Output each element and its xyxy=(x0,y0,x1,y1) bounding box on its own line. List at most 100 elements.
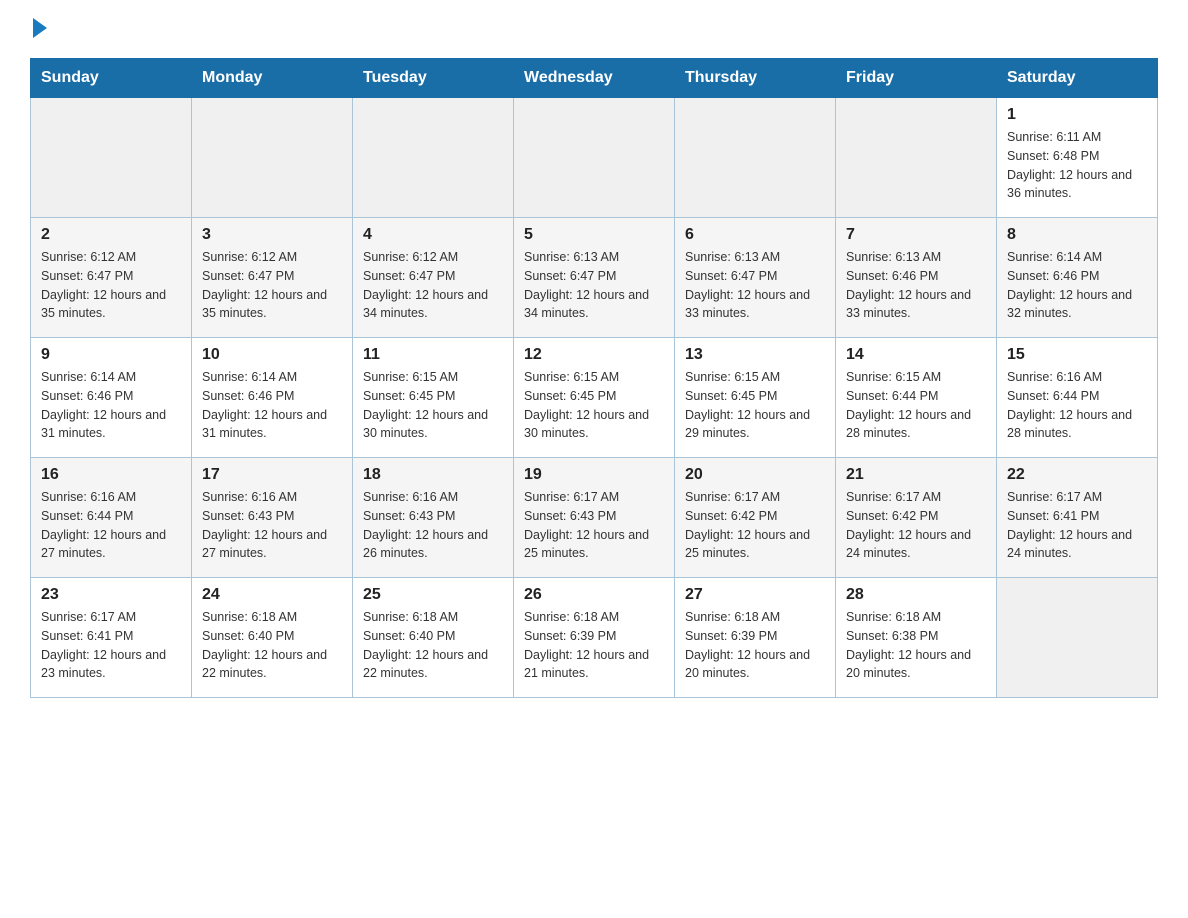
day-info: Sunrise: 6:18 AMSunset: 6:40 PMDaylight:… xyxy=(363,608,503,683)
day-info: Sunrise: 6:18 AMSunset: 6:39 PMDaylight:… xyxy=(524,608,664,683)
calendar-cell xyxy=(675,98,836,218)
calendar-cell: 1 Sunrise: 6:11 AMSunset: 6:48 PMDaylight… xyxy=(997,98,1158,218)
calendar-cell: 4 Sunrise: 6:12 AMSunset: 6:47 PMDaylight… xyxy=(353,218,514,338)
calendar-cell: 23 Sunrise: 6:17 AMSunset: 6:41 PMDayligh… xyxy=(31,578,192,698)
day-number: 11 xyxy=(363,346,503,364)
day-info: Sunrise: 6:15 AMSunset: 6:45 PMDaylight:… xyxy=(685,368,825,443)
day-number: 7 xyxy=(846,226,986,244)
calendar-cell xyxy=(997,578,1158,698)
day-number: 3 xyxy=(202,226,342,244)
calendar-cell: 9 Sunrise: 6:14 AMSunset: 6:46 PMDaylight… xyxy=(31,338,192,458)
day-info: Sunrise: 6:14 AMSunset: 6:46 PMDaylight:… xyxy=(202,368,342,443)
day-info: Sunrise: 6:13 AMSunset: 6:46 PMDaylight:… xyxy=(846,248,986,323)
calendar-cell: 2 Sunrise: 6:12 AMSunset: 6:47 PMDaylight… xyxy=(31,218,192,338)
day-number: 19 xyxy=(524,466,664,484)
day-number: 4 xyxy=(363,226,503,244)
day-info: Sunrise: 6:13 AMSunset: 6:47 PMDaylight:… xyxy=(685,248,825,323)
day-info: Sunrise: 6:16 AMSunset: 6:44 PMDaylight:… xyxy=(1007,368,1147,443)
calendar-cell: 3 Sunrise: 6:12 AMSunset: 6:47 PMDaylight… xyxy=(192,218,353,338)
calendar-cell: 12 Sunrise: 6:15 AMSunset: 6:45 PMDayligh… xyxy=(514,338,675,458)
calendar-cell: 22 Sunrise: 6:17 AMSunset: 6:41 PMDayligh… xyxy=(997,458,1158,578)
weekday-header-sunday: Sunday xyxy=(31,59,192,98)
day-number: 9 xyxy=(41,346,181,364)
day-info: Sunrise: 6:12 AMSunset: 6:47 PMDaylight:… xyxy=(363,248,503,323)
day-number: 16 xyxy=(41,466,181,484)
page-header xyxy=(30,20,1158,40)
day-number: 17 xyxy=(202,466,342,484)
calendar-cell: 8Sunrise: 6:14 AMSunset: 6:46 PMDaylight… xyxy=(997,218,1158,338)
calendar-cell xyxy=(353,98,514,218)
day-info: Sunrise: 6:17 AMSunset: 6:41 PMDaylight:… xyxy=(1007,488,1147,563)
day-info: Sunrise: 6:16 AMSunset: 6:43 PMDaylight:… xyxy=(202,488,342,563)
day-number: 26 xyxy=(524,586,664,604)
day-number: 10 xyxy=(202,346,342,364)
calendar-cell: 24 Sunrise: 6:18 AMSunset: 6:40 PMDayligh… xyxy=(192,578,353,698)
calendar-cell: 5 Sunrise: 6:13 AMSunset: 6:47 PMDaylight… xyxy=(514,218,675,338)
day-info: Sunrise: 6:17 AMSunset: 6:43 PMDaylight:… xyxy=(524,488,664,563)
weekday-header-saturday: Saturday xyxy=(997,59,1158,98)
calendar-cell: 6 Sunrise: 6:13 AMSunset: 6:47 PMDaylight… xyxy=(675,218,836,338)
day-info: Sunrise: 6:11 AMSunset: 6:48 PMDaylight:… xyxy=(1007,128,1147,203)
day-info: Sunrise: 6:14 AMSunset: 6:46 PMDaylight:… xyxy=(1007,248,1147,323)
day-number: 14 xyxy=(846,346,986,364)
weekday-header-wednesday: Wednesday xyxy=(514,59,675,98)
day-info: Sunrise: 6:17 AMSunset: 6:41 PMDaylight:… xyxy=(41,608,181,683)
calendar-cell: 19 Sunrise: 6:17 AMSunset: 6:43 PMDayligh… xyxy=(514,458,675,578)
calendar-week-row: 9 Sunrise: 6:14 AMSunset: 6:46 PMDaylight… xyxy=(31,338,1158,458)
calendar-cell: 28Sunrise: 6:18 AMSunset: 6:38 PMDayligh… xyxy=(836,578,997,698)
weekday-header-monday: Monday xyxy=(192,59,353,98)
day-number: 1 xyxy=(1007,106,1147,124)
day-number: 15 xyxy=(1007,346,1147,364)
calendar-cell xyxy=(836,98,997,218)
day-info: Sunrise: 6:16 AMSunset: 6:43 PMDaylight:… xyxy=(363,488,503,563)
day-number: 24 xyxy=(202,586,342,604)
calendar-cell xyxy=(192,98,353,218)
calendar-cell: 10 Sunrise: 6:14 AMSunset: 6:46 PMDayligh… xyxy=(192,338,353,458)
day-info: Sunrise: 6:18 AMSunset: 6:38 PMDaylight:… xyxy=(846,608,986,683)
day-info: Sunrise: 6:15 AMSunset: 6:45 PMDaylight:… xyxy=(363,368,503,443)
day-info: Sunrise: 6:12 AMSunset: 6:47 PMDaylight:… xyxy=(202,248,342,323)
weekday-header-thursday: Thursday xyxy=(675,59,836,98)
day-info: Sunrise: 6:18 AMSunset: 6:39 PMDaylight:… xyxy=(685,608,825,683)
day-number: 12 xyxy=(524,346,664,364)
day-number: 13 xyxy=(685,346,825,364)
calendar-cell: 7 Sunrise: 6:13 AMSunset: 6:46 PMDaylight… xyxy=(836,218,997,338)
day-info: Sunrise: 6:18 AMSunset: 6:40 PMDaylight:… xyxy=(202,608,342,683)
calendar-week-row: 2 Sunrise: 6:12 AMSunset: 6:47 PMDaylight… xyxy=(31,218,1158,338)
calendar-cell: 17 Sunrise: 6:16 AMSunset: 6:43 PMDayligh… xyxy=(192,458,353,578)
logo-arrow-icon xyxy=(33,18,47,38)
day-info: Sunrise: 6:12 AMSunset: 6:47 PMDaylight:… xyxy=(41,248,181,323)
calendar-cell: 18Sunrise: 6:16 AMSunset: 6:43 PMDayligh… xyxy=(353,458,514,578)
calendar-week-row: 1 Sunrise: 6:11 AMSunset: 6:48 PMDaylight… xyxy=(31,98,1158,218)
calendar-cell: 25 Sunrise: 6:18 AMSunset: 6:40 PMDayligh… xyxy=(353,578,514,698)
day-info: Sunrise: 6:16 AMSunset: 6:44 PMDaylight:… xyxy=(41,488,181,563)
day-number: 21 xyxy=(846,466,986,484)
day-number: 5 xyxy=(524,226,664,244)
calendar-cell: 15 Sunrise: 6:16 AMSunset: 6:44 PMDayligh… xyxy=(997,338,1158,458)
weekday-header-friday: Friday xyxy=(836,59,997,98)
calendar-cell xyxy=(31,98,192,218)
calendar-cell: 27 Sunrise: 6:18 AMSunset: 6:39 PMDayligh… xyxy=(675,578,836,698)
day-number: 22 xyxy=(1007,466,1147,484)
day-number: 25 xyxy=(363,586,503,604)
day-number: 2 xyxy=(41,226,181,244)
calendar-cell: 26 Sunrise: 6:18 AMSunset: 6:39 PMDayligh… xyxy=(514,578,675,698)
day-number: 23 xyxy=(41,586,181,604)
calendar-cell: 16 Sunrise: 6:16 AMSunset: 6:44 PMDayligh… xyxy=(31,458,192,578)
calendar-cell: 20Sunrise: 6:17 AMSunset: 6:42 PMDayligh… xyxy=(675,458,836,578)
calendar-table: SundayMondayTuesdayWednesdayThursdayFrid… xyxy=(30,58,1158,698)
day-info: Sunrise: 6:15 AMSunset: 6:45 PMDaylight:… xyxy=(524,368,664,443)
day-info: Sunrise: 6:17 AMSunset: 6:42 PMDaylight:… xyxy=(846,488,986,563)
day-info: Sunrise: 6:15 AMSunset: 6:44 PMDaylight:… xyxy=(846,368,986,443)
day-info: Sunrise: 6:13 AMSunset: 6:47 PMDaylight:… xyxy=(524,248,664,323)
day-number: 27 xyxy=(685,586,825,604)
calendar-header-row: SundayMondayTuesdayWednesdayThursdayFrid… xyxy=(31,59,1158,98)
day-number: 20 xyxy=(685,466,825,484)
day-info: Sunrise: 6:14 AMSunset: 6:46 PMDaylight:… xyxy=(41,368,181,443)
calendar-cell: 11 Sunrise: 6:15 AMSunset: 6:45 PMDayligh… xyxy=(353,338,514,458)
logo xyxy=(30,20,47,40)
calendar-cell: 14 Sunrise: 6:15 AMSunset: 6:44 PMDayligh… xyxy=(836,338,997,458)
day-number: 6 xyxy=(685,226,825,244)
calendar-week-row: 23 Sunrise: 6:17 AMSunset: 6:41 PMDayligh… xyxy=(31,578,1158,698)
calendar-cell: 13 Sunrise: 6:15 AMSunset: 6:45 PMDayligh… xyxy=(675,338,836,458)
